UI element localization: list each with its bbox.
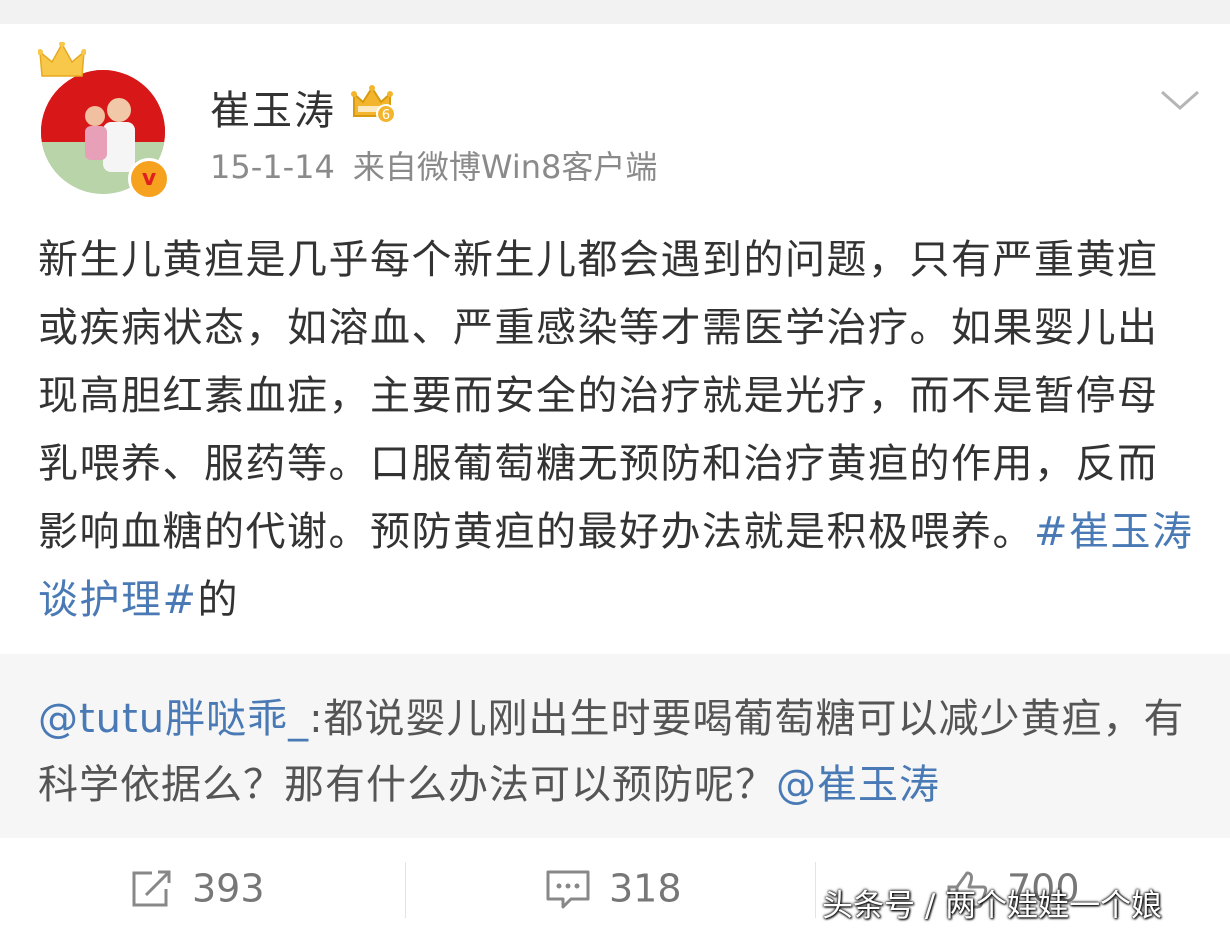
comment-count: 318 xyxy=(609,866,682,911)
repost-count: 393 xyxy=(192,866,265,911)
post-date: 15-1-14 xyxy=(210,148,335,186)
comment-button[interactable]: 318 xyxy=(545,864,682,911)
svg-text:6: 6 xyxy=(382,108,390,123)
post-meta: 15-1-14 来自微博Win8客户端 xyxy=(210,142,657,188)
crown-icon xyxy=(38,42,86,77)
post-source[interactable]: 来自微博Win8客户端 xyxy=(353,148,657,186)
retweet-text: @tutu胖哒乖_:都说婴儿刚出生时要喝葡萄糖可以减少黄疸，有科学依据么？那有什… xyxy=(38,686,1198,818)
chevron-down-icon[interactable] xyxy=(1160,88,1200,112)
watermark: 头条号 / 两个娃娃一个娘 xyxy=(822,888,1163,924)
repost-icon xyxy=(132,870,171,906)
post-suffix: 的 xyxy=(197,577,240,623)
repost-button[interactable]: 393 xyxy=(130,864,265,911)
post-body-text: 新生儿黄疸是几乎每个新生儿都会遇到的问题，只有严重黄疸或疾病状态，如溶血、严重感… xyxy=(38,237,1159,555)
post-text: 新生儿黄疸是几乎每个新生儿都会遇到的问题，只有严重黄疸或疾病状态，如溶血、严重感… xyxy=(38,226,1198,634)
action-divider xyxy=(815,862,816,918)
verified-badge-icon: v xyxy=(128,158,170,200)
avatar-container[interactable]: v xyxy=(38,42,170,200)
username[interactable]: 崔玉涛 xyxy=(210,78,336,136)
action-divider xyxy=(405,862,406,918)
comment-icon xyxy=(546,870,590,908)
retweet-author-link[interactable]: @tutu胖哒乖_ xyxy=(38,696,309,742)
vip-crown-icon[interactable]: 6 xyxy=(350,82,396,128)
retweet-mention-link[interactable]: @崔玉涛 xyxy=(776,762,940,808)
